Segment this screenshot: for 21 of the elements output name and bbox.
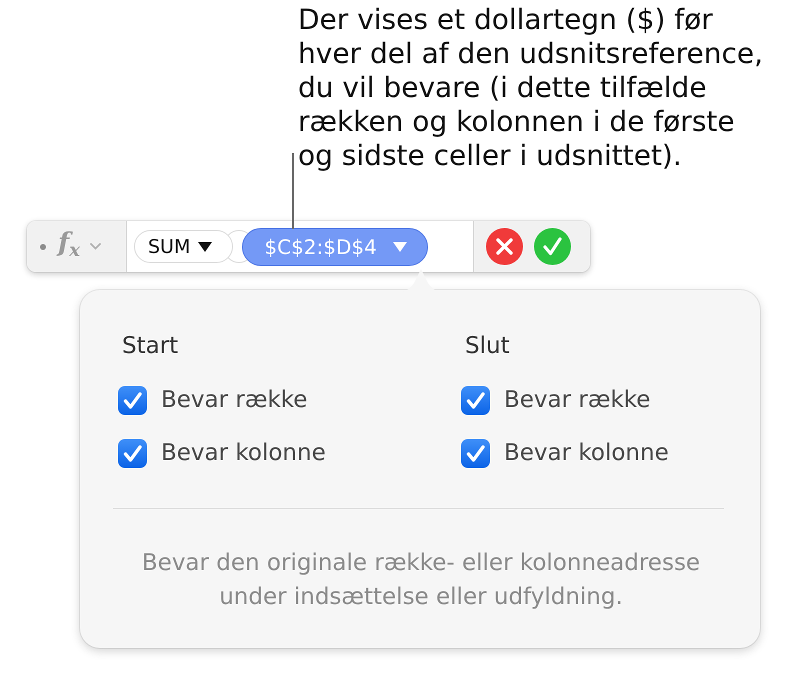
option-label: Bevar række [161, 387, 308, 413]
option-label: Bevar række [504, 387, 650, 413]
checkbox[interactable] [118, 386, 147, 414]
column-heading: Start [122, 332, 180, 360]
formula-token[interactable]: SUM [134, 230, 234, 263]
cancel-button[interactable] [486, 228, 523, 265]
check-icon [534, 228, 571, 265]
caret-icon [392, 242, 407, 252]
callout-text: Der vises et dollartegn ($) før hver del af den udsnitsreference, du vil bevare (i dette tilfælde rækken og kolonnen i de første og sidste celler i udsnittet). [298, 3, 764, 173]
option-label: Bevar kolonne [504, 440, 669, 466]
caret-icon [198, 242, 212, 252]
checkbox[interactable] [461, 438, 490, 468]
chevron-down-icon [90, 243, 101, 250]
dot-icon [40, 244, 46, 250]
checkbox[interactable] [461, 386, 490, 414]
close-icon [486, 228, 523, 265]
option-label: Bevar kolonne [161, 440, 326, 466]
checkbox[interactable] [118, 438, 147, 468]
description-text: Bevar den originale række- eller kolonneadresse under indsættelse eller udfyldning. [140, 549, 702, 612]
formula-token[interactable]: $C$2:$D$4 [242, 228, 428, 266]
column-heading: Slut [465, 332, 511, 360]
